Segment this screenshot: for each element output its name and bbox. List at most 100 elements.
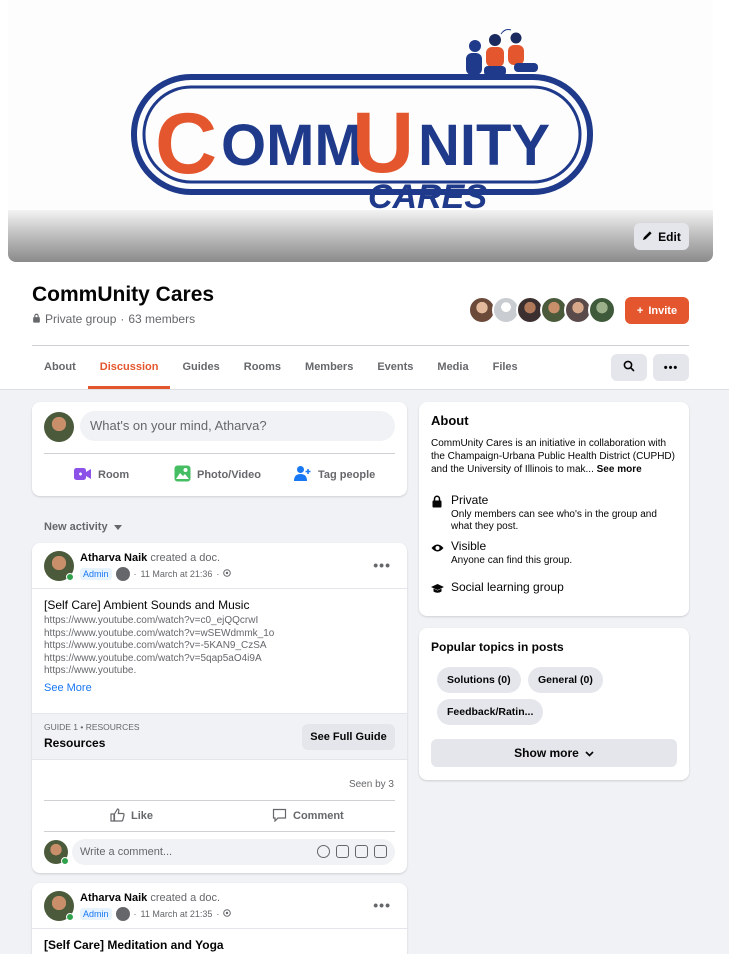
tab-guides[interactable]: Guides	[170, 346, 231, 389]
tag-people-icon	[294, 465, 312, 485]
divider	[44, 800, 395, 801]
post-options-button[interactable]: •••	[373, 897, 391, 913]
gif-icon[interactable]	[355, 845, 368, 858]
seen-by-count[interactable]: Seen by 3	[349, 779, 394, 790]
about-type-row: Social learning group	[431, 580, 564, 594]
user-avatar[interactable]	[44, 412, 74, 442]
more-dots-icon: •••	[663, 361, 679, 374]
post-options-button[interactable]: •••	[373, 557, 391, 573]
composer-input[interactable]: What's on your mind, Atharva?	[80, 411, 395, 441]
doc-title: [Self Care] Ambient Sounds and Music	[44, 598, 250, 612]
post-meta: Admin · 11 March at 21:35 ·	[80, 907, 232, 921]
tab-members[interactable]: Members	[293, 346, 365, 389]
comment-tools	[317, 845, 387, 858]
group-badge-icon	[115, 907, 130, 921]
divider	[44, 831, 395, 832]
photo-video-label: Photo/Video	[197, 469, 261, 481]
cover-photo: C OMM U NITY CARES Edit	[8, 0, 713, 262]
admin-badge: Admin	[80, 908, 112, 920]
lock-icon	[431, 495, 443, 508]
svg-text:U: U	[352, 95, 414, 191]
popular-topics-card: Popular topics in posts Solutions (0) Ge…	[419, 628, 689, 780]
post-meta: Admin · 11 March at 21:36 ·	[80, 567, 232, 581]
topic-chip[interactable]: General (0)	[528, 667, 603, 693]
group-name: CommUnity Cares	[32, 283, 215, 306]
tab-events[interactable]: Events	[365, 346, 425, 389]
divider	[44, 453, 395, 454]
tab-about[interactable]: About	[32, 346, 88, 389]
svg-text:OMM: OMM	[221, 113, 363, 178]
room-button[interactable]: Room	[74, 464, 129, 486]
cover-image: C OMM U NITY CARES	[8, 0, 713, 216]
online-status-dot	[66, 913, 74, 921]
about-heading: About	[431, 413, 469, 428]
visible-title: Visible	[451, 539, 487, 553]
like-button[interactable]: Like	[110, 806, 153, 826]
about-card: About CommUnity Cares is an initiative i…	[419, 402, 689, 616]
topic-chip[interactable]: Solutions (0)	[437, 667, 521, 693]
tab-discussion[interactable]: Discussion	[87, 346, 171, 389]
tab-media[interactable]: Media	[425, 346, 480, 389]
emoji-icon[interactable]	[317, 845, 330, 858]
svg-text:C: C	[155, 96, 217, 192]
group-type-label: Social learning group	[451, 580, 564, 594]
author-name[interactable]: Atharva Naik	[80, 552, 147, 564]
topics-heading: Popular topics in posts	[431, 640, 564, 654]
post-card: Atharva Naik created a doc. Admin · 11 M…	[32, 883, 407, 954]
private-title: Private	[451, 493, 489, 507]
post-header: Atharva Naik created a doc.	[80, 552, 220, 564]
pencil-icon	[642, 230, 653, 244]
guide-kicker: GUIDE 1 • RESOURCES	[44, 722, 140, 732]
caret-down-icon	[113, 521, 122, 533]
tag-people-label: Tag people	[318, 469, 376, 481]
post-action: created a doc.	[150, 552, 221, 564]
divider	[32, 928, 407, 929]
invite-button[interactable]: + Invite	[625, 297, 689, 324]
chevron-down-icon	[585, 746, 594, 760]
photo-video-button[interactable]: Photo/Video	[174, 464, 261, 486]
photo-icon	[174, 465, 191, 485]
tab-files[interactable]: Files	[481, 346, 530, 389]
about-visible-row: Visible Anyone can find this group.	[431, 539, 572, 567]
sticker-icon[interactable]	[374, 845, 387, 858]
comment-label: Comment	[293, 810, 344, 822]
eye-icon	[431, 541, 444, 553]
tab-rooms[interactable]: Rooms	[232, 346, 293, 389]
see-full-guide-button[interactable]: See Full Guide	[302, 724, 395, 750]
see-more-link[interactable]: See More	[44, 682, 92, 694]
thumbs-up-icon	[110, 807, 125, 825]
more-options-button[interactable]: •••	[653, 354, 689, 381]
comment-button[interactable]: Comment	[272, 806, 344, 826]
guide-attachment: GUIDE 1 • RESOURCES Resources See Full G…	[32, 713, 407, 760]
post-time[interactable]: 11 March at 21:35	[141, 909, 213, 919]
search-group-button[interactable]	[611, 354, 647, 381]
people-illustration	[466, 29, 538, 76]
svg-text:CARES: CARES	[368, 178, 487, 210]
feed-sort-dropdown[interactable]: New activity	[44, 521, 122, 533]
about-see-more-link[interactable]: See more	[597, 464, 642, 475]
show-more-topics-button[interactable]: Show more	[431, 739, 677, 767]
guide-name: Resources	[44, 736, 106, 750]
tag-people-button[interactable]: Tag people	[294, 464, 375, 486]
post-card: Atharva Naik created a doc. Admin · 11 M…	[32, 543, 407, 873]
members-count[interactable]: 63 members	[128, 312, 195, 326]
post-header: Atharva Naik created a doc.	[80, 892, 220, 904]
video-room-icon	[74, 467, 92, 484]
post-time[interactable]: 11 March at 21:36	[141, 569, 213, 579]
svg-text:NITY: NITY	[418, 113, 550, 178]
comment-icon	[272, 808, 287, 825]
doc-link: https://www.youtube.com/watch?v=wSEWdmmk…	[44, 627, 275, 639]
group-tabs: About Discussion Guides Rooms Members Ev…	[32, 346, 530, 389]
member-avatar[interactable]	[588, 296, 616, 324]
doc-content: https://www.youtube.com/watch?v=c0_ejQQc…	[44, 615, 274, 678]
search-icon	[623, 360, 635, 375]
member-avatars[interactable]	[468, 296, 616, 324]
author-name[interactable]: Atharva Naik	[80, 892, 147, 904]
comment-input[interactable]: Write a comment...	[72, 839, 395, 865]
topic-chip[interactable]: Feedback/Ratin...	[437, 699, 544, 725]
camera-icon[interactable]	[336, 845, 349, 858]
post-action: created a doc.	[150, 892, 221, 904]
edit-cover-button[interactable]: Edit	[634, 223, 689, 250]
visible-description: Anyone can find this group.	[451, 555, 573, 566]
divider	[32, 588, 407, 589]
